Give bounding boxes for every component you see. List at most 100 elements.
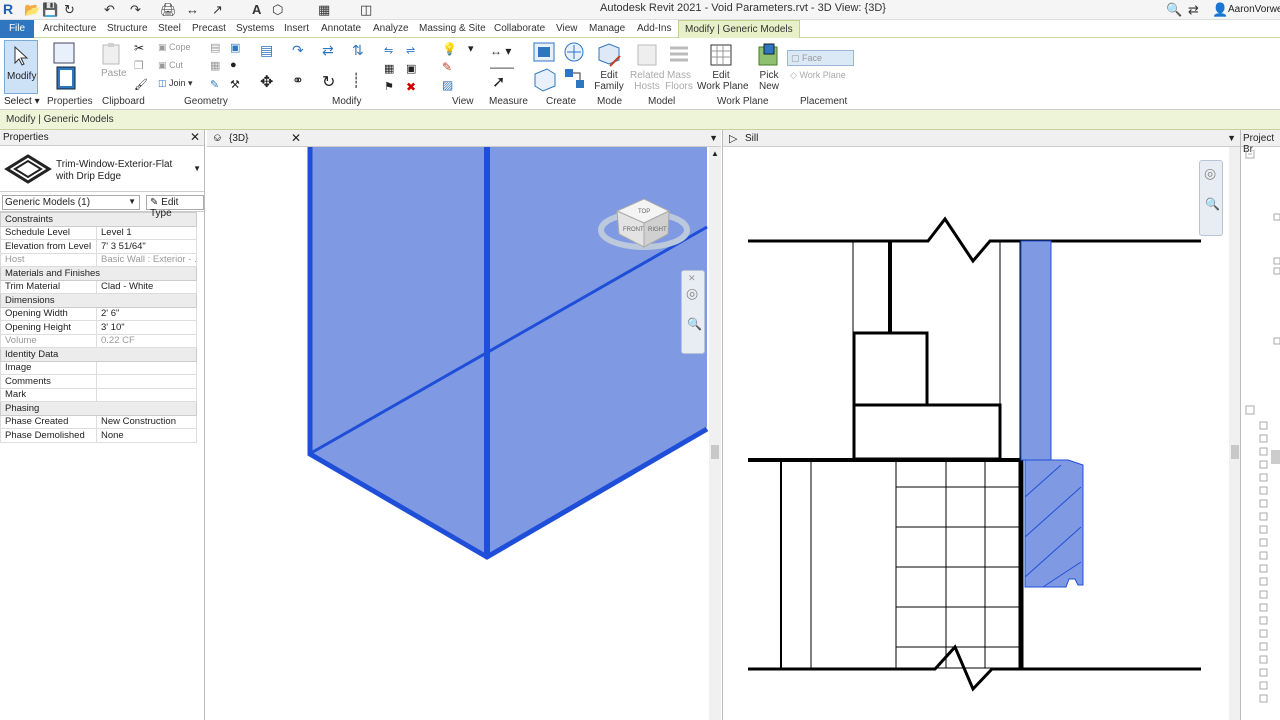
tab-steel[interactable]: Steel: [158, 23, 181, 34]
demolish-icon[interactable]: ●: [230, 59, 237, 71]
create-parts-icon[interactable]: [532, 66, 558, 92]
switch-windows-icon[interactable]: ◫: [360, 2, 372, 18]
property-section-header[interactable]: Phasing: [0, 401, 197, 416]
array-icon[interactable]: ▦: [384, 62, 394, 75]
tab-systems[interactable]: Systems: [236, 23, 274, 34]
tab-analyze[interactable]: Analyze: [373, 23, 409, 34]
edit-type-button[interactable]: ✎ Edit Type: [146, 195, 204, 219]
view-dropdown-icon[interactable]: ▾: [468, 42, 474, 55]
cut-icon[interactable]: ✂: [134, 41, 144, 55]
property-value[interactable]: [96, 374, 197, 389]
measure-icon[interactable]: ↔: [186, 2, 199, 17]
create-similar-icon[interactable]: [562, 40, 588, 64]
mirror-draw-icon[interactable]: ⇅: [352, 42, 364, 59]
scrollbar-thumb[interactable]: [1231, 445, 1239, 459]
scrollbar-thumb[interactable]: [1271, 450, 1280, 464]
3d-model-canvas[interactable]: FRONT RIGHT TOP: [207, 147, 721, 720]
property-section-header[interactable]: Identity Data: [0, 347, 197, 362]
split-face-icon[interactable]: ▤: [210, 41, 220, 54]
type-selector[interactable]: Trim-Window-Exterior-Flat with Drip Edge …: [0, 146, 204, 192]
user-name[interactable]: AaronVorwerk: [1228, 4, 1280, 15]
modify-button[interactable]: Modify: [4, 40, 38, 94]
align-icon[interactable]: ▤: [260, 42, 273, 59]
steering-wheel-icon[interactable]: ◎: [686, 285, 698, 302]
open-icon[interactable]: 📂: [24, 2, 40, 18]
thin-lines-icon[interactable]: ▦: [318, 2, 330, 18]
split-gap-icon[interactable]: ⇌: [406, 44, 415, 57]
property-value[interactable]: 3' 10": [96, 320, 197, 335]
paint-icon[interactable]: ▦: [210, 59, 220, 72]
property-value[interactable]: New Construction: [96, 414, 197, 429]
create-assembly-icon[interactable]: [562, 66, 588, 92]
tab-precast[interactable]: Precast: [192, 23, 226, 34]
steering-wheel-icon[interactable]: ◎: [1204, 165, 1216, 182]
redo-icon[interactable]: ↷: [130, 2, 141, 18]
tab-add-ins[interactable]: Add-Ins: [637, 23, 671, 34]
view-3d[interactable]: ⎉ {3D} ✕ ▼ FRONT RIGHT TOP ✕ ◎ 🔍 ▲: [207, 130, 721, 720]
hammer-icon[interactable]: ⚒: [230, 78, 240, 91]
tab-view[interactable]: View: [556, 23, 578, 34]
properties-button[interactable]: [52, 42, 82, 94]
scrollbar-thumb[interactable]: [711, 445, 719, 459]
tab-file[interactable]: File: [0, 20, 34, 38]
measure-distance-icon[interactable]: ↔ ▾: [490, 44, 511, 58]
face-button[interactable]: ▢ Face: [787, 50, 854, 66]
browser-tree[interactable]: [1245, 149, 1280, 720]
property-value[interactable]: None: [96, 428, 197, 443]
tab-architecture[interactable]: Architecture: [43, 23, 96, 34]
pick-new-button[interactable]: Pick New: [754, 42, 784, 92]
mass-floors-button[interactable]: Mass Floors: [664, 42, 694, 92]
undo-icon[interactable]: ↶: [104, 2, 115, 18]
tab-menu-icon[interactable]: ▼: [709, 133, 718, 143]
scrollbar-vertical[interactable]: ▲: [709, 147, 721, 720]
select-dropdown[interactable]: Select ▾: [4, 96, 40, 107]
zoom-icon[interactable]: 🔍: [687, 317, 702, 331]
text-icon[interactable]: A: [252, 2, 261, 17]
revit-logo-icon[interactable]: R: [3, 1, 17, 17]
scale-icon[interactable]: ▣: [406, 62, 416, 75]
property-value[interactable]: [96, 387, 197, 402]
match-type-icon[interactable]: 🖌: [134, 78, 148, 91]
close-icon[interactable]: ✕: [190, 130, 200, 144]
edit-work-plane-button[interactable]: Edit Work Plane: [697, 42, 749, 92]
paste-button[interactable]: Paste: [100, 42, 128, 82]
cope-button[interactable]: ▣ Cope: [158, 42, 191, 53]
property-value[interactable]: Clad - White: [96, 279, 197, 294]
override-graphics-icon[interactable]: ✎: [442, 60, 452, 74]
print-icon[interactable]: 🖨: [160, 2, 177, 18]
work-plane-placement-button[interactable]: ◇ Work Plane: [787, 68, 854, 84]
trim-head-section[interactable]: [1020, 240, 1052, 461]
property-value[interactable]: [96, 360, 197, 375]
move-icon[interactable]: ✥: [260, 72, 273, 92]
exchange-icon[interactable]: ⇄: [1188, 2, 1199, 18]
property-value[interactable]: Level 1: [96, 225, 197, 240]
tab-insert[interactable]: Insert: [284, 23, 309, 34]
offset-icon[interactable]: ↷: [292, 42, 304, 59]
ruler-icon[interactable]: ✎: [210, 78, 219, 91]
split-icon[interactable]: ⇋: [384, 44, 393, 57]
mirror-axis-icon[interactable]: ⇄: [322, 42, 334, 59]
tab-collaborate[interactable]: Collaborate: [494, 23, 545, 34]
tab-manage[interactable]: Manage: [589, 23, 625, 34]
view-sill-section[interactable]: ▷ Sill ▼ ◎ 🔍: [722, 130, 1241, 720]
user-icon[interactable]: 👤: [1212, 2, 1228, 18]
edit-family-button[interactable]: Edit Family: [594, 42, 624, 92]
property-section-header[interactable]: Materials and Finishes: [0, 266, 197, 281]
view-tab-sill[interactable]: ▷ Sill ▼: [723, 130, 1240, 147]
tab-massing-site[interactable]: Massing & Site: [419, 23, 486, 34]
create-group-icon[interactable]: [532, 40, 558, 64]
join-button[interactable]: ◫ Join ▾: [158, 78, 193, 89]
property-value[interactable]: 7' 3 51/64": [96, 239, 197, 254]
tab-annotate[interactable]: Annotate: [321, 23, 361, 34]
rotate-icon[interactable]: ↻: [322, 72, 335, 92]
3d-view-icon[interactable]: ⬡: [272, 2, 283, 18]
close-icon[interactable]: ✕: [688, 273, 696, 284]
property-section-header[interactable]: Dimensions: [0, 293, 197, 308]
pin-icon[interactable]: ⚑: [384, 80, 394, 93]
linework-icon[interactable]: ▨: [442, 78, 453, 92]
chevron-down-icon[interactable]: ▼: [193, 164, 201, 173]
trim-icon[interactable]: ┊: [352, 72, 360, 89]
cut-geometry-button[interactable]: ▣ Cut: [158, 60, 183, 71]
category-filter-dropdown[interactable]: Generic Models (1) ▼: [2, 195, 140, 210]
wall-joins-icon[interactable]: ▣: [230, 41, 240, 54]
